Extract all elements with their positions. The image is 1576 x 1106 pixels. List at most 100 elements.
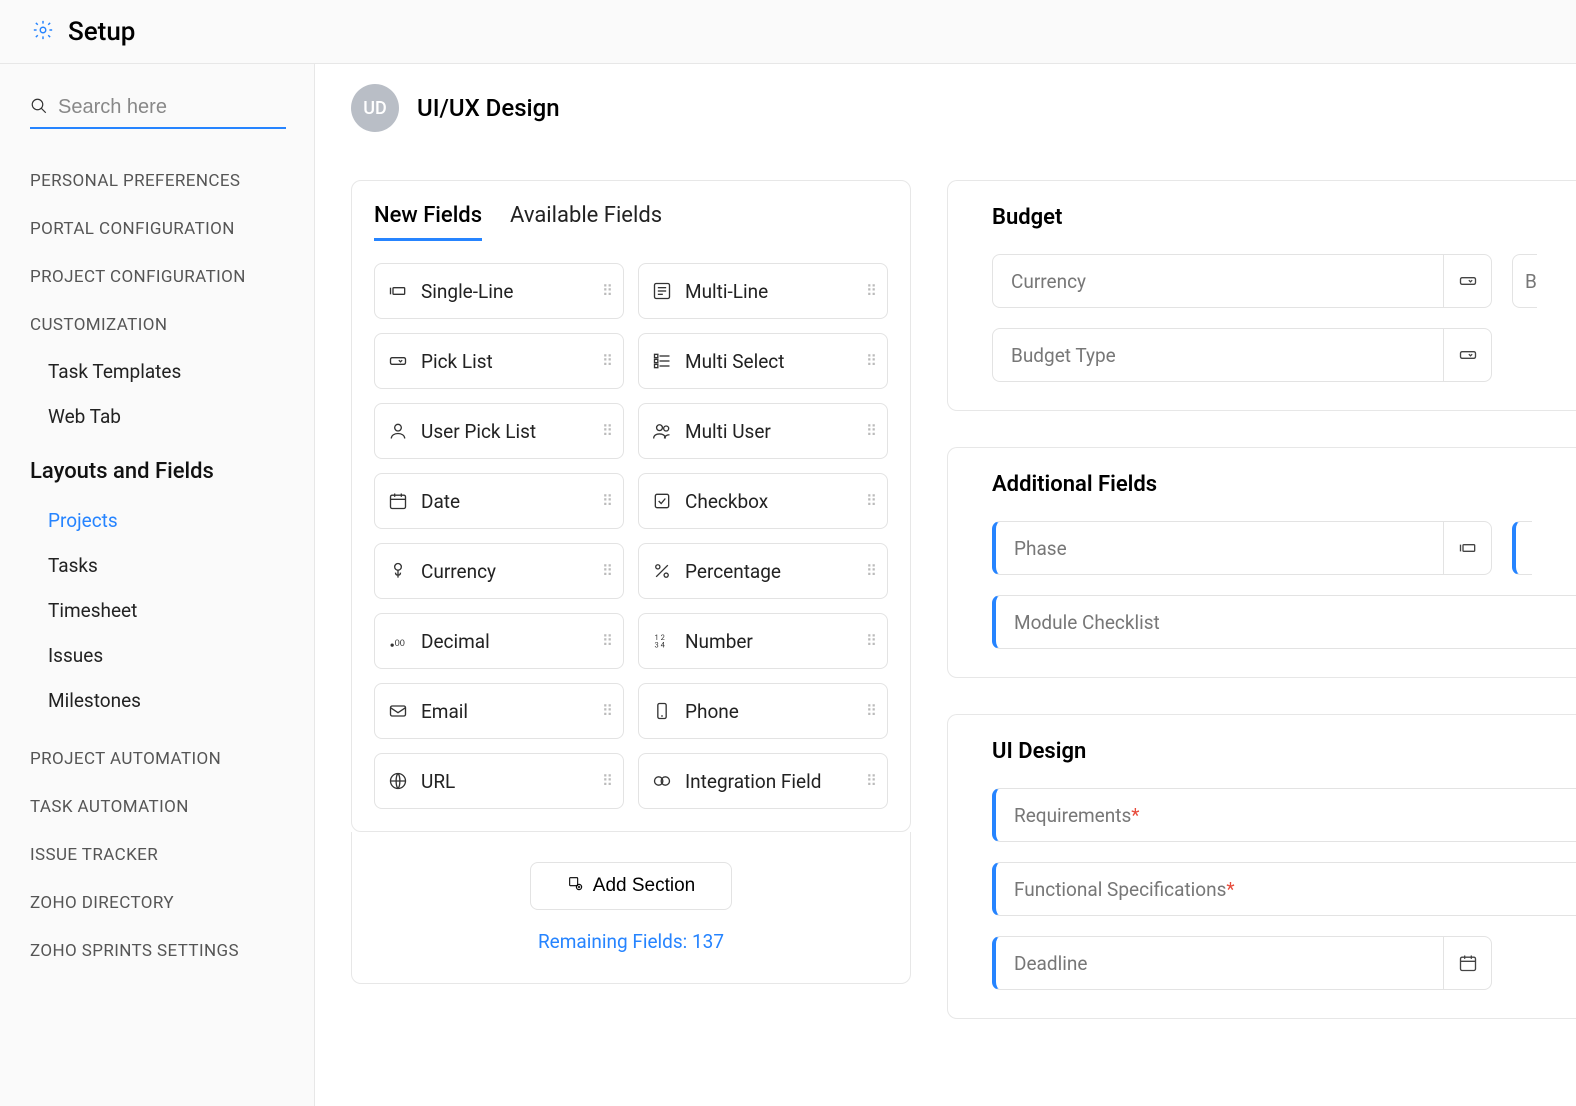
- field-budget-type[interactable]: Budget Type: [992, 328, 1492, 382]
- picklist-icon: [387, 350, 409, 372]
- checkbox-icon: [651, 490, 673, 512]
- drag-handle-icon[interactable]: ⠿: [866, 638, 875, 644]
- field-type-label: Checkbox: [685, 490, 854, 513]
- nav-issues[interactable]: Issues: [30, 633, 286, 678]
- field-type-label: User Pick List: [421, 420, 590, 443]
- number-icon: [651, 630, 673, 652]
- field-type-number[interactable]: Number⠿: [638, 613, 888, 669]
- drag-handle-icon[interactable]: ⠿: [602, 358, 611, 364]
- field-type-percent[interactable]: Percentage⠿: [638, 543, 888, 599]
- drag-handle-icon[interactable]: ⠿: [602, 288, 611, 294]
- url-icon: [387, 770, 409, 792]
- user-icon: [387, 420, 409, 442]
- nav-project-configuration[interactable]: PROJECT CONFIGURATION: [30, 253, 286, 301]
- field-type-integration[interactable]: Integration Field ⠿: [638, 753, 888, 809]
- nav-zoho-sprints[interactable]: ZOHO SPRINTS SETTINGS: [30, 927, 286, 975]
- field-currency[interactable]: Currency: [992, 254, 1492, 308]
- tab-available-fields[interactable]: Available Fields: [510, 203, 662, 241]
- percent-icon: [651, 560, 673, 582]
- field-type-email[interactable]: Email⠿: [374, 683, 624, 739]
- drag-handle-icon[interactable]: ⠿: [602, 568, 611, 574]
- nav-portal-configuration[interactable]: PORTAL CONFIGURATION: [30, 205, 286, 253]
- drag-handle-icon[interactable]: ⠿: [866, 498, 875, 504]
- nav-issue-tracker[interactable]: ISSUE TRACKER: [30, 831, 286, 879]
- field-label: Module Checklist: [996, 611, 1576, 634]
- field-type-single-line[interactable]: Single-Line ⠿: [374, 263, 624, 319]
- field-requirements[interactable]: Requirements*: [992, 788, 1576, 842]
- nav-projects[interactable]: Projects: [30, 498, 286, 543]
- search-wrap[interactable]: [30, 92, 286, 129]
- remaining-fields-count: Remaining Fields: 137: [538, 930, 724, 953]
- drag-handle-icon[interactable]: ⠿: [866, 288, 875, 294]
- drag-handle-icon[interactable]: ⠿: [866, 778, 875, 784]
- drag-handle-icon[interactable]: ⠿: [602, 708, 611, 714]
- add-section-button[interactable]: Add Section: [530, 862, 732, 910]
- field-tabs: New Fields Available Fields: [374, 203, 888, 241]
- field-functional-specifications[interactable]: Functional Specifications*: [992, 862, 1576, 916]
- field-label: Functional Specifications*: [996, 878, 1576, 901]
- search-input[interactable]: [58, 96, 315, 119]
- nav-zoho-directory[interactable]: ZOHO DIRECTORY: [30, 879, 286, 927]
- field-type-user[interactable]: User Pick List ⠿: [374, 403, 624, 459]
- drag-handle-icon[interactable]: ⠿: [602, 428, 611, 434]
- field-type-label: Pick List: [421, 350, 590, 373]
- nav-customization[interactable]: CUSTOMIZATION: [30, 301, 286, 349]
- nav-timesheet[interactable]: Timesheet: [30, 588, 286, 633]
- drag-handle-icon[interactable]: ⠿: [602, 498, 611, 504]
- drag-handle-icon[interactable]: ⠿: [866, 708, 875, 714]
- tab-new-fields[interactable]: New Fields: [374, 203, 482, 241]
- drag-handle-icon[interactable]: ⠿: [866, 358, 875, 364]
- single-line-icon: [387, 280, 409, 302]
- phone-icon: [651, 700, 673, 722]
- add-section-label: Add Section: [593, 875, 695, 897]
- drag-handle-icon[interactable]: ⠿: [866, 428, 875, 434]
- drag-handle-icon[interactable]: ⠿: [602, 638, 611, 644]
- field-type-label: URL: [421, 770, 590, 793]
- field-type-label: Currency: [421, 560, 590, 583]
- field-phase[interactable]: Phase: [992, 521, 1492, 575]
- field-type-multi-line[interactable]: Multi-Line⠿: [638, 263, 888, 319]
- drag-handle-icon[interactable]: ⠿: [602, 778, 611, 784]
- field-type-label: Integration Field: [685, 770, 854, 793]
- field-deadline[interactable]: Deadline: [992, 936, 1492, 990]
- field-type-label: Phone: [685, 700, 854, 723]
- field-type-url[interactable]: URL ⠿: [374, 753, 624, 809]
- top-bar: Setup: [0, 0, 1576, 64]
- nav-web-tab[interactable]: Web Tab: [30, 394, 286, 439]
- field-label: Phase: [996, 537, 1443, 560]
- drag-handle-icon[interactable]: ⠿: [866, 568, 875, 574]
- field-type-picklist[interactable]: Pick List ⠿: [374, 333, 624, 389]
- nav-layouts-and-fields[interactable]: Layouts and Fields: [30, 439, 286, 498]
- users-icon: [651, 420, 673, 442]
- nav-task-automation[interactable]: TASK AUTOMATION: [30, 783, 286, 831]
- field-partial[interactable]: [1512, 521, 1532, 575]
- field-type-checkbox[interactable]: Checkbox ⠿: [638, 473, 888, 529]
- field-palette: New Fields Available Fields Single-Line ⠿…: [351, 180, 911, 832]
- page-title: Setup: [68, 17, 135, 47]
- field-partial[interactable]: B: [1512, 254, 1537, 308]
- picklist-icon: [1443, 329, 1491, 381]
- field-type-decimal[interactable]: Decimal⠿: [374, 613, 624, 669]
- field-module-checklist[interactable]: Module Checklist: [992, 595, 1576, 649]
- field-type-phone[interactable]: Phone ⠿: [638, 683, 888, 739]
- email-icon: [387, 700, 409, 722]
- field-type-label: Multi User: [685, 420, 854, 443]
- field-label: Deadline: [996, 952, 1443, 975]
- field-type-currency[interactable]: Currency ⠿: [374, 543, 624, 599]
- field-type-date[interactable]: Date ⠿: [374, 473, 624, 529]
- sidebar: PERSONAL PREFERENCES PORTAL CONFIGURATIO…: [0, 64, 315, 1106]
- nav-tasks[interactable]: Tasks: [30, 543, 286, 588]
- nav-milestones[interactable]: Milestones: [30, 678, 286, 723]
- nav-project-automation[interactable]: PROJECT AUTOMATION: [30, 735, 286, 783]
- field-type-label: Single-Line: [421, 280, 590, 303]
- field-label: Requirements*: [996, 804, 1576, 827]
- nav-personal-preferences[interactable]: PERSONAL PREFERENCES: [30, 157, 286, 205]
- field-type-users[interactable]: Multi User ⠿: [638, 403, 888, 459]
- section-budget: Budget Currency B Budget Type: [947, 180, 1576, 411]
- add-section-icon: [567, 875, 583, 897]
- field-type-label: Date: [421, 490, 590, 513]
- content-header: UD UI/UX Design: [315, 84, 1576, 132]
- field-type-multi-select[interactable]: Multi Select⠿: [638, 333, 888, 389]
- nav-task-templates[interactable]: Task Templates: [30, 349, 286, 394]
- single-line-icon: [1443, 522, 1491, 574]
